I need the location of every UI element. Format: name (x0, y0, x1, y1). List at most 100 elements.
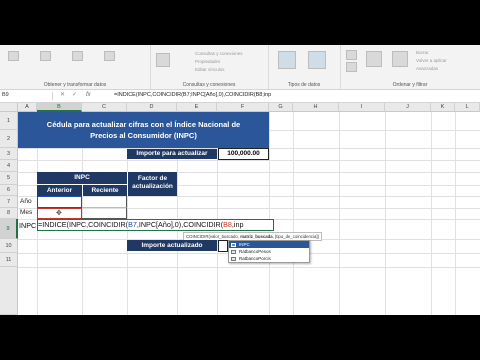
mouse-cursor-icon: ✥ (56, 210, 62, 217)
factor-header: Factor de actualización (127, 172, 177, 196)
column-header-c[interactable]: C (82, 103, 127, 112)
enter-icon[interactable]: ✓ (72, 91, 77, 98)
name-box[interactable]: B9 (2, 92, 53, 100)
column-header-b[interactable]: B (37, 103, 82, 112)
insert-function-icon[interactable]: fx (86, 92, 91, 98)
reapply-item[interactable]: Volver a aplicar (416, 58, 447, 63)
column-header-g[interactable]: G (269, 103, 293, 112)
clear-filter-item[interactable]: Borrar (416, 50, 429, 55)
mes-label: Mes (20, 209, 33, 216)
autocomplete-item[interactable]: INPC (229, 241, 309, 248)
table-icon (231, 256, 236, 261)
row-header-8[interactable]: 8 (0, 208, 18, 219)
autocomplete-dropdown[interactable]: INPC RatbancoPesos RatbancoPorcis (228, 240, 310, 263)
queries-connections-item[interactable]: Consultas y conexiones (195, 51, 243, 56)
from-web-icon[interactable] (40, 51, 51, 61)
row-header-2[interactable]: 2 (0, 130, 18, 148)
importe-actualizado-cell[interactable] (218, 240, 228, 252)
autocomplete-item[interactable]: RatbancoPesos (229, 248, 309, 255)
factor-header-line2: actualización (132, 183, 173, 190)
select-all-corner[interactable] (0, 103, 18, 112)
row-header-7[interactable]: 7 (0, 196, 18, 208)
importe-actualizado-label: Importe actualizado (127, 240, 217, 251)
inpc-header: INPC (37, 172, 127, 184)
sort-az-icon[interactable] (346, 50, 357, 60)
autocomplete-item[interactable]: RatbancoPorcis (229, 255, 309, 262)
column-header-h[interactable]: H (293, 103, 339, 112)
factor-header-line1: Factor de (137, 175, 168, 182)
column-header-d[interactable]: D (127, 103, 177, 112)
edit-ref-b8: B8 (223, 220, 232, 229)
sort-icon[interactable] (366, 51, 382, 67)
advanced-item[interactable]: Avanzadas (416, 66, 438, 71)
gridline (339, 112, 340, 315)
anio-reciente-cell[interactable] (82, 196, 127, 208)
ribbon-group-queries: Consultas y conexiones Propiedades Edita… (150, 45, 269, 89)
edit-prefix: =INDICE(INPC,COINCIDIR( (38, 220, 129, 229)
mes-reciente-cell[interactable] (82, 208, 127, 219)
row-header-1[interactable]: 1 (0, 112, 18, 130)
row-header-11[interactable]: 11 (0, 253, 18, 267)
table-icon (231, 249, 236, 254)
gridline (293, 112, 294, 315)
sheet-title: Cédula para actualizar cifras con el Índ… (18, 112, 269, 148)
anio-anterior-cell[interactable] (37, 196, 82, 208)
ribbon-group-label: Consultas y conexiones (182, 82, 236, 88)
gridline (18, 160, 480, 161)
row-header-4[interactable]: 4 (0, 160, 18, 172)
anio-label: Año (20, 198, 32, 205)
ribbon: Obtener y transformar datos Consultas y … (0, 45, 480, 90)
worksheet-grid[interactable]: A B C D E F G H I J K L 1 2 3 4 5 6 7 8 … (0, 103, 480, 315)
cancel-icon[interactable]: ✕ (60, 91, 65, 98)
importe-value-cell[interactable]: 100,000.00 (218, 148, 269, 160)
properties-item[interactable]: Propiedades (195, 59, 220, 64)
column-header-i[interactable]: I (339, 103, 385, 112)
row-header-9[interactable]: 9 (0, 219, 18, 239)
refresh-all-icon[interactable] (156, 53, 170, 67)
tooltip-fn[interactable]: COINCIDIR( (186, 234, 210, 239)
anterior-header: Anterior (37, 184, 82, 196)
ribbon-group-label: Obtener y transformar datos (43, 82, 107, 88)
recent-sources-icon[interactable] (104, 51, 115, 61)
formula-bar: B9 ✕ ✓ fx =INDICE(INPC,COINCIDIR(B7;INPC… (0, 90, 480, 103)
data-source-icon[interactable] (8, 51, 19, 61)
row-header-10[interactable]: 10 (0, 239, 18, 253)
autocomplete-item-label: RatbancoPorcis (239, 256, 271, 261)
from-table-icon[interactable] (72, 51, 83, 61)
reciente-header: Reciente (82, 184, 127, 196)
cell-edit-b9[interactable]: =INDICE(INPC,COINCIDIR(B7,INPC[Año],0),C… (37, 219, 274, 231)
row-header-5[interactable]: 5 (0, 172, 18, 185)
column-header-k[interactable]: K (431, 103, 455, 112)
edit-mid: ,INPC[Año],0),COINCIDIR( (136, 220, 224, 229)
column-header-e[interactable]: E (177, 103, 217, 112)
column-header-j[interactable]: J (385, 103, 431, 112)
row-header-filler (0, 267, 18, 315)
tooltip-arg1: valor_buscado (209, 234, 238, 239)
gridline (269, 112, 270, 315)
edit-links-item[interactable]: Editar vínculos (195, 67, 225, 72)
gridline (385, 112, 386, 315)
sort-za-icon[interactable] (346, 62, 357, 72)
sheet-title-line1: Cédula para actualizar cifras con el Índ… (46, 120, 241, 129)
filter-icon[interactable] (392, 51, 408, 67)
column-header-a[interactable]: A (18, 103, 37, 112)
ribbon-group-data-types: Tipos de datos (268, 45, 341, 89)
gridline (455, 112, 456, 315)
edit-suffix: ,inp (231, 220, 244, 229)
ribbon-group-get-data: Obtener y transformar datos (0, 45, 151, 89)
autocomplete-item-label: RatbancoPesos (239, 249, 271, 254)
ribbon-group-label: Tipos de datos (287, 82, 321, 88)
ribbon-group-label: Ordenar y filtrar (392, 82, 428, 88)
column-header-f[interactable]: F (217, 103, 269, 112)
ribbon-group-sort-filter: Borrar Volver a aplicar Avanzadas Ordena… (340, 45, 480, 89)
column-header-l[interactable]: L (455, 103, 480, 112)
gridline (431, 112, 432, 315)
tooltip-arg2: matriz_buscada (240, 234, 273, 239)
row-header-6[interactable]: 6 (0, 185, 18, 196)
inpc-row-label: INPC (19, 221, 37, 230)
importe-label: Importe para actualizar (127, 149, 217, 159)
stocks-icon[interactable] (278, 51, 296, 69)
formula-input[interactable]: =INDICE(INPC,COINCIDIR(B7;INPC[Año],0),C… (114, 92, 271, 98)
geography-icon[interactable] (308, 51, 326, 69)
row-header-3[interactable]: 3 (0, 148, 18, 160)
